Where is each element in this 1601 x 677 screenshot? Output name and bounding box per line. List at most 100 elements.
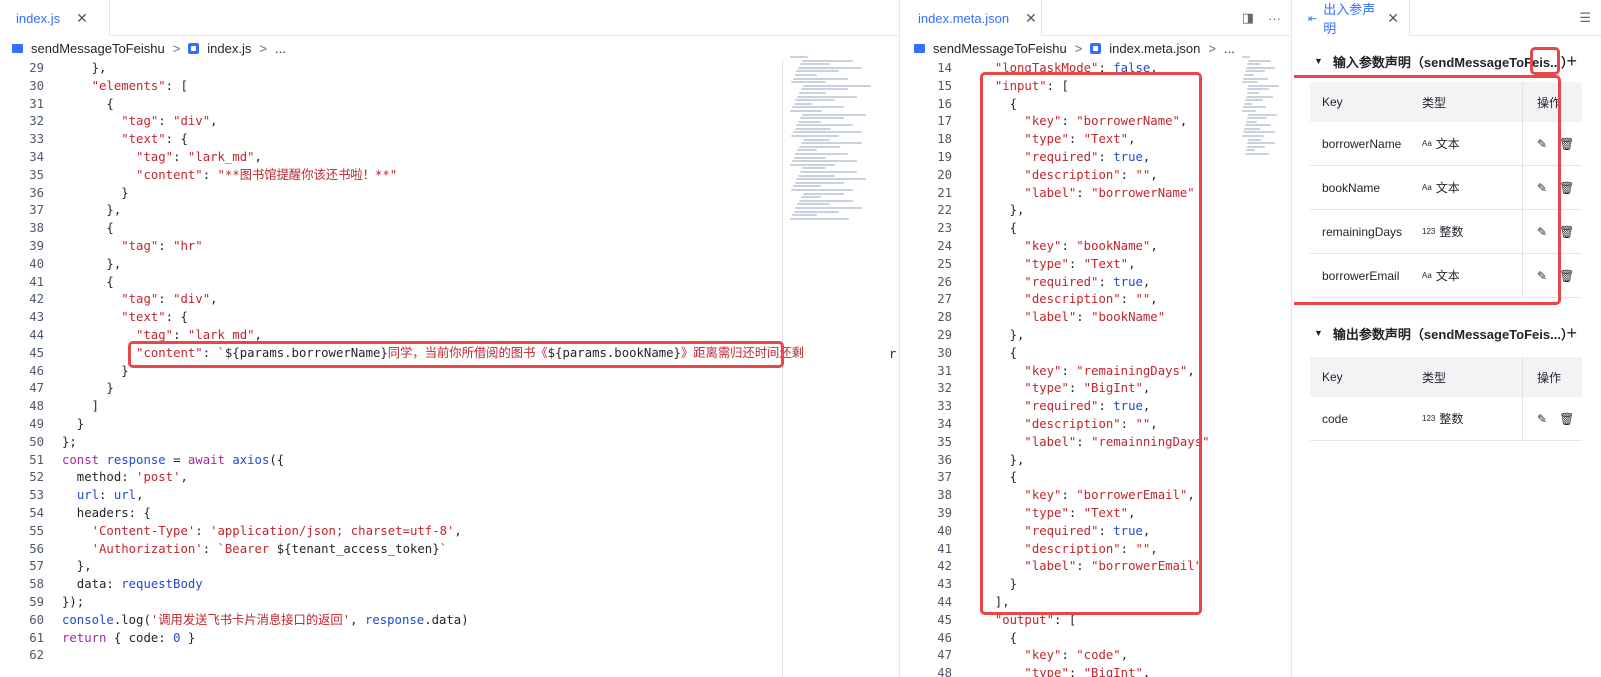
close-icon[interactable]: ✕ [1387, 10, 1399, 27]
breadcrumb-more[interactable]: ... [275, 41, 286, 56]
code-line[interactable]: 29 }, [0, 60, 899, 78]
code-line[interactable]: 53 url: url, [0, 487, 899, 505]
input-section-header[interactable]: ▼ 输入参数声明（sendMessageToFeis...） + [1314, 48, 1581, 74]
code-line[interactable]: 35 "label": "remainningDays" [902, 434, 1291, 452]
table-row[interactable]: borrowerName Aa 文本 ✎ 🗑 [1310, 122, 1582, 166]
code-line[interactable]: 30 "elements": [ [0, 78, 899, 96]
add-output-param-button[interactable]: + [1566, 323, 1577, 344]
code-line[interactable]: 54 headers: { [0, 505, 899, 523]
code-line[interactable]: 45 "output": [ [902, 612, 1291, 630]
code-line[interactable]: 31 "key": "remainingDays", [902, 363, 1291, 381]
more-icon[interactable]: ··· [1268, 11, 1281, 26]
breadcrumb-folder[interactable]: sendMessageToFeishu [31, 41, 165, 56]
code-line[interactable]: 44 "tag": "lark_md", [0, 327, 899, 345]
edit-icon[interactable]: ✎ [1537, 137, 1547, 151]
code-line[interactable]: 55 'Content-Type': 'application/json; ch… [0, 523, 899, 541]
code-line[interactable]: 24 "key": "bookName", [902, 238, 1291, 256]
edit-icon[interactable]: ✎ [1537, 412, 1547, 426]
code-line[interactable]: 61 return { code: 0 } [0, 630, 899, 648]
code-line[interactable]: 40 }, [0, 256, 899, 274]
code-line[interactable]: 23 { [902, 220, 1291, 238]
trash-icon[interactable]: 🗑 [1559, 137, 1574, 151]
code-line[interactable]: 60 console.log('调用发送飞书卡片消息接口的返回', respons… [0, 612, 899, 630]
code-line[interactable]: 22 }, [902, 202, 1291, 220]
tab-param-declaration[interactable]: ⇤ 出入参声明 ✕ [1294, 0, 1410, 36]
code-line[interactable]: 20 "description": "", [902, 167, 1291, 185]
code-line[interactable]: 18 "type": "Text", [902, 131, 1291, 149]
code-line[interactable]: 48 "type": "BigInt", [902, 665, 1291, 677]
close-icon[interactable]: ✕ [76, 10, 88, 27]
edit-icon[interactable]: ✎ [1537, 181, 1547, 195]
code-line[interactable]: 62 [0, 647, 899, 665]
trash-icon[interactable]: 🗑 [1559, 412, 1574, 426]
code-line[interactable]: 51 const response = await axios({ [0, 452, 899, 470]
table-row[interactable]: borrowerEmail Aa 文本 ✎ 🗑 [1310, 254, 1582, 298]
code-line[interactable]: 38 "key": "borrowerEmail", [902, 487, 1291, 505]
breadcrumb-folder[interactable]: sendMessageToFeishu [933, 41, 1067, 56]
code-line[interactable]: 36 } [0, 185, 899, 203]
trash-icon[interactable]: 🗑 [1559, 181, 1574, 195]
minimap[interactable] [1242, 56, 1287, 156]
code-line[interactable]: 28 "label": "bookName" [902, 309, 1291, 327]
code-area[interactable]: 29 }, 30 "elements": [31 {32 "tag": "div"… [0, 60, 899, 665]
code-line[interactable]: 52 method: 'post', [0, 469, 899, 487]
breadcrumb-more[interactable]: ... [1224, 41, 1235, 56]
code-line[interactable]: 59}); [0, 594, 899, 612]
code-line[interactable]: 32 "type": "BigInt", [902, 380, 1291, 398]
code-line[interactable]: 56 'Authorization': `Bearer ${tenant_acc… [0, 541, 899, 559]
code-line[interactable]: 47 } [0, 380, 899, 398]
code-line[interactable]: 21 "label": "borrowerName" [902, 185, 1291, 203]
caret-down-icon[interactable]: ▼ [1314, 328, 1323, 338]
code-line[interactable]: 19 "required": true, [902, 149, 1291, 167]
code-line[interactable]: 37 }, [0, 202, 899, 220]
code-line[interactable]: 38 { [0, 220, 899, 238]
code-line[interactable]: 34 "tag": "lark_md", [0, 149, 899, 167]
code-line[interactable]: 39 "type": "Text", [902, 505, 1291, 523]
code-line[interactable]: 35 "content": "**图书馆提醒你该还书啦！**" [0, 167, 899, 185]
code-line[interactable]: 17 "key": "borrowerName", [902, 113, 1291, 131]
code-line[interactable]: 33 "text": { [0, 131, 899, 149]
code-line[interactable]: 15 "input": [ [902, 78, 1291, 96]
tab-index-js[interactable]: index.js ✕ [0, 0, 110, 36]
code-line[interactable]: 33 "required": true, [902, 398, 1291, 416]
tab-index-meta-json[interactable]: index.meta.json ✕ [902, 0, 1042, 36]
code-area[interactable]: 14 "longTaskMode": false, 15 "input": [16… [902, 60, 1291, 677]
code-line[interactable]: 30 { [902, 345, 1291, 363]
code-line[interactable]: 58 data: requestBody [0, 576, 899, 594]
table-row[interactable]: code 123 整数 ✎ 🗑 [1310, 397, 1582, 441]
trash-icon[interactable]: 🗑 [1559, 269, 1574, 283]
code-line[interactable]: 57 }, [0, 558, 899, 576]
code-line[interactable]: 46 } [0, 363, 899, 381]
add-input-param-button[interactable]: + [1566, 51, 1577, 72]
code-line[interactable]: 26 "required": true, [902, 274, 1291, 292]
breadcrumb-file[interactable]: index.js [207, 41, 251, 56]
table-row[interactable]: remainingDays 123 整数 ✎ 🗑 [1310, 210, 1582, 254]
table-row[interactable]: bookName Aa 文本 ✎ 🗑 [1310, 166, 1582, 210]
code-line[interactable]: 25 "type": "Text", [902, 256, 1291, 274]
code-line[interactable]: 41 { [0, 274, 899, 292]
code-line[interactable]: 41 "description": "", [902, 541, 1291, 559]
code-line[interactable]: 43 "text": { [0, 309, 899, 327]
trash-icon[interactable]: 🗑 [1559, 225, 1574, 239]
split-editor-icon[interactable]: ◨ [1242, 10, 1254, 26]
edit-icon[interactable]: ✎ [1537, 225, 1547, 239]
code-line[interactable]: 45 "content": `${params.borrowerName}同学，… [0, 345, 899, 363]
code-line[interactable]: 31 { [0, 96, 899, 114]
code-line[interactable]: 44 ], [902, 594, 1291, 612]
code-line[interactable]: 39 "tag": "hr" [0, 238, 899, 256]
code-line[interactable]: 37 { [902, 469, 1291, 487]
close-icon[interactable]: ✕ [1025, 10, 1037, 27]
output-section-header[interactable]: ▼ 输出参数声明（sendMessageToFeis...） + [1314, 320, 1581, 346]
code-line[interactable]: 34 "description": "", [902, 416, 1291, 434]
code-line[interactable]: 29 }, [902, 327, 1291, 345]
code-line[interactable]: 49 } [0, 416, 899, 434]
code-line[interactable]: 16 { [902, 96, 1291, 114]
edit-icon[interactable]: ✎ [1537, 269, 1547, 283]
code-line[interactable]: 42 "label": "borrowerEmail" [902, 558, 1291, 576]
code-line[interactable]: 50}; [0, 434, 899, 452]
breadcrumb-file[interactable]: index.meta.json [1109, 41, 1200, 56]
code-line[interactable]: 42 "tag": "div", [0, 291, 899, 309]
code-line[interactable]: 46 { [902, 630, 1291, 648]
code-line[interactable]: 36 }, [902, 452, 1291, 470]
code-line[interactable]: 14 "longTaskMode": false, [902, 60, 1291, 78]
